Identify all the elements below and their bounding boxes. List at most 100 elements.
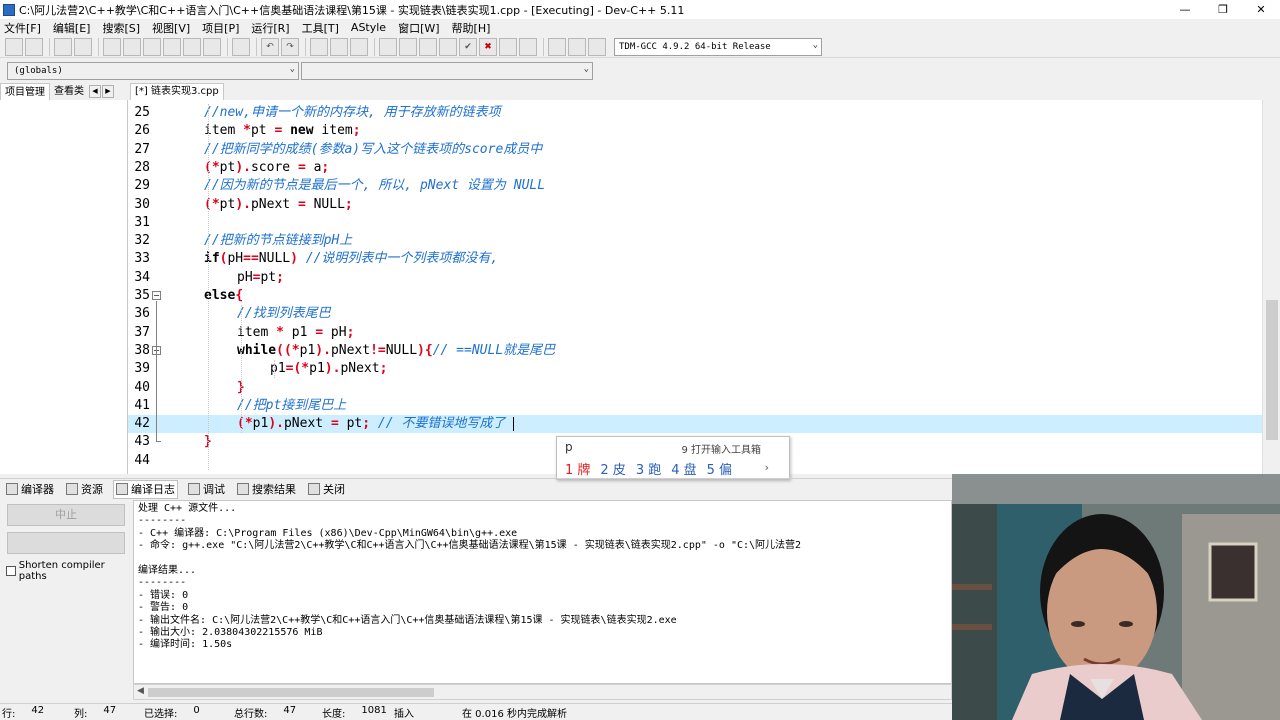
checkbox-box[interactable] [6, 566, 16, 576]
tab-project-manager[interactable]: 项目管理 [0, 83, 50, 100]
delete-profile-icon[interactable] [519, 37, 537, 56]
code-line[interactable]: 41 //把pt接到尾巴上 [128, 397, 1262, 415]
code-text: while((*p1).pNext!=NULL){// ==NULL就是尾巴 [237, 342, 555, 360]
check-syntax-icon[interactable]: ✔ [459, 37, 477, 56]
code-line[interactable]: 33 if(pH==NULL) //说明列表中一个列表项都没有, [128, 250, 1262, 268]
compiler-select[interactable]: TDM-GCC 4.9.2 64-bit Release ⌄ [614, 37, 822, 56]
menu-search[interactable]: 搜索[S] [102, 20, 140, 36]
log-line: - 输出大小: 2.03804302215576 MiB [138, 626, 323, 638]
code-line[interactable]: 39 p1=(*p1).pNext; [128, 360, 1262, 378]
tab-compile-log[interactable]: 编译日志 [113, 479, 178, 499]
open-file-icon[interactable] [123, 37, 141, 56]
tab-debug[interactable]: 调试 [186, 480, 227, 499]
code-symbol: (* [204, 159, 220, 175]
chevron-down-icon: ⌄ [583, 64, 589, 74]
code-line[interactable]: 42 (*p1).pNext = pt; // 不要错误地写成了 [128, 415, 1262, 434]
toggle-panel-icon[interactable] [74, 37, 92, 56]
code-text: //把新的节点链接到pH上 [204, 232, 352, 250]
menu-project[interactable]: 项目[P] [202, 20, 239, 36]
code-line[interactable]: 40} [128, 379, 1262, 397]
log-horizontal-scrollbar[interactable]: ◀ [133, 684, 952, 700]
abort-compilation-button[interactable]: 中止 [7, 504, 125, 526]
tab-compiler[interactable]: 编译器 [4, 480, 56, 499]
code-symbol: ; [346, 324, 355, 340]
code-line[interactable]: 31 [128, 214, 1262, 232]
tab-class-browser[interactable]: 查看类 [50, 83, 88, 100]
goto-icon[interactable] [548, 37, 566, 56]
tab-scroll-left-icon[interactable]: ◀ [89, 85, 101, 98]
remove-from-project-icon[interactable] [588, 37, 606, 56]
unindent-icon[interactable] [330, 37, 348, 56]
code-line[interactable]: 38 while((*p1).pNext!=NULL){// ==NULL就是尾巴 [128, 342, 1262, 360]
ime-candidate[interactable]: 1 牌 [565, 459, 590, 478]
code-line[interactable]: 28 (*pt).score = a; [128, 159, 1262, 177]
run-icon[interactable] [399, 37, 417, 56]
add-to-project-icon[interactable] [568, 37, 586, 56]
redo-icon[interactable]: ↷ [281, 37, 299, 56]
close-all-icon[interactable] [203, 37, 221, 56]
member-select[interactable]: ⌄ [301, 62, 593, 80]
open-project-icon[interactable] [25, 37, 43, 56]
menu-tools[interactable]: 工具[T] [302, 20, 339, 36]
stop-execution-icon[interactable]: ✖ [479, 37, 497, 56]
menu-run[interactable]: 运行[R] [251, 20, 289, 36]
code-line[interactable]: 26 item *pt = new item; [128, 122, 1262, 140]
rebuild-icon[interactable] [439, 37, 457, 56]
code-line[interactable]: 29 //因为新的节点是最后一个, 所以, pNext 设置为 NULL [128, 177, 1262, 195]
save-all-icon[interactable] [163, 37, 181, 56]
code-line[interactable]: 32 //把新的节点链接到pH上 [128, 232, 1262, 250]
scope-select[interactable]: (globals) ⌄ [7, 62, 299, 80]
code-line[interactable]: 25 //new,申请一个新的内存块, 用于存放新的链表项 [128, 104, 1262, 122]
menu-view[interactable]: 视图[V] [152, 20, 190, 36]
tab-scroll-right-icon[interactable]: ▶ [102, 85, 114, 98]
menu-astyle[interactable]: AStyle [351, 21, 386, 34]
print-icon[interactable] [232, 37, 250, 56]
close-file-icon[interactable] [183, 37, 201, 56]
undo-icon[interactable]: ↶ [261, 37, 279, 56]
code-line[interactable]: 37 item * p1 = pH; [128, 324, 1262, 342]
profile-chart-icon[interactable] [499, 37, 517, 56]
tab-resources[interactable]: 资源 [64, 480, 105, 499]
ime-candidate[interactable]: 4 盘 [671, 459, 696, 478]
new-project-icon[interactable] [5, 37, 23, 56]
editor-vertical-scrollbar[interactable] [1262, 100, 1280, 474]
compile-run-icon[interactable] [419, 37, 437, 56]
shorten-compiler-paths-checkbox[interactable]: Shorten compiler paths [6, 560, 132, 582]
code-line[interactable]: 35 else{ [128, 287, 1262, 305]
code-line[interactable]: 27 //把新同学的成绩(参数a)写入这个链表项的score成员中 [128, 141, 1262, 159]
close-window-button[interactable]: ✕ [1242, 0, 1280, 19]
ime-candidate[interactable]: 3 跑 [636, 459, 661, 478]
code-line[interactable]: 36 //找到列表尾巴 [128, 305, 1262, 323]
code-line[interactable]: 34 pH=pt; [128, 269, 1262, 287]
scrollbar-thumb[interactable] [148, 688, 434, 697]
indent-icon[interactable] [310, 37, 328, 56]
menu-help[interactable]: 帮助[H] [452, 20, 491, 36]
code-text: (*pt).pNext = NULL; [204, 196, 353, 214]
maximize-button[interactable]: ❐ [1204, 0, 1242, 19]
class-browser-icon[interactable] [54, 37, 72, 56]
tab-close[interactable]: 关闭 [306, 480, 347, 499]
status-value: 47 [283, 704, 297, 716]
minimize-button[interactable]: — [1166, 0, 1204, 19]
save-icon[interactable] [143, 37, 161, 56]
fold-toggle-icon[interactable]: − [152, 291, 161, 300]
code-editor[interactable]: 25//new,申请一个新的内存块, 用于存放新的链表项 26 item *pt =… [128, 100, 1262, 474]
ime-candidate[interactable]: 2 皮 [600, 459, 625, 478]
compile-log-output[interactable]: 处理 C++ 源文件... -------- - C++ 编译器: C:\Progr… [133, 500, 952, 684]
scroll-left-icon[interactable]: ◀ [137, 686, 144, 696]
ime-toolbox-hint[interactable]: 9 打开输入工具箱 [681, 441, 761, 456]
menu-edit[interactable]: 编辑[E] [53, 20, 91, 36]
line-number: 38 [134, 342, 150, 358]
project-panel[interactable] [0, 100, 128, 474]
ime-next-page-icon[interactable]: › [765, 461, 769, 474]
tab-search-results[interactable]: 搜索结果 [235, 480, 298, 499]
compile-icon[interactable] [379, 37, 397, 56]
menu-window[interactable]: 窗口[W] [398, 20, 439, 36]
editor-file-tab[interactable]: [*] 链表实现3.cpp [130, 83, 224, 100]
new-file-icon[interactable] [103, 37, 121, 56]
menu-file[interactable]: 文件[F] [4, 20, 41, 36]
code-line[interactable]: 30 (*pt).pNext = NULL; [128, 196, 1262, 214]
toggle-comment-icon[interactable] [350, 37, 368, 56]
scrollbar-thumb[interactable] [1266, 300, 1278, 440]
ime-candidate[interactable]: 5 偏 [707, 459, 732, 478]
